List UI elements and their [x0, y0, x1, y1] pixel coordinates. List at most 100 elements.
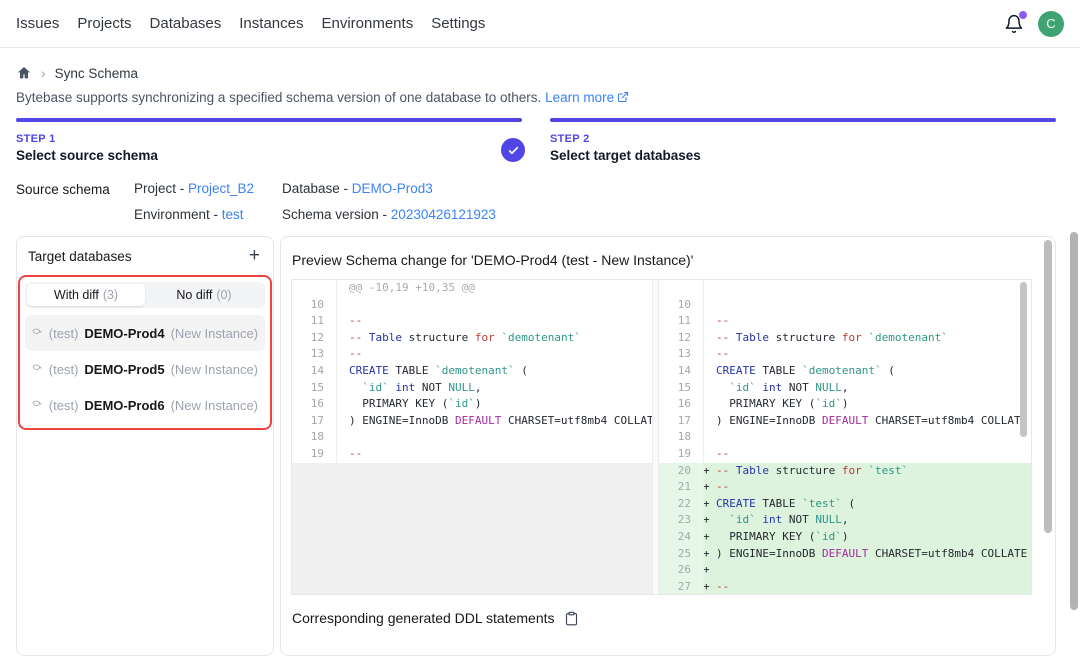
- schema-version-link[interactable]: 20230426121923: [391, 207, 496, 222]
- step-2-progress-bar: [550, 118, 1056, 122]
- diff-line: 20+-- Table structure for `test`: [659, 463, 1031, 480]
- db-item-demo-prod6[interactable]: (test) DEMO-Prod6 (New Instance): [25, 387, 265, 423]
- diff-pane-modified: 1011--12-- Table structure for `demotena…: [659, 280, 1031, 594]
- preview-title: Preview Schema change for 'DEMO-Prod4 (t…: [292, 252, 1045, 268]
- project-link[interactable]: Project_B2: [188, 181, 254, 196]
- db-env: (test): [49, 362, 79, 377]
- diff-line: 14CREATE TABLE `demotenant` (: [292, 363, 652, 380]
- diff-line: 25+) ENGINE=InnoDB DEFAULT CHARSET=utf8m…: [659, 546, 1031, 563]
- diff-line: 16 PRIMARY KEY (`id`): [292, 396, 652, 413]
- ddl-statements-title: Corresponding generated DDL statements: [292, 610, 555, 626]
- breadcrumb-page-title: Sync Schema: [55, 66, 138, 81]
- intro-text: Bytebase supports synchronizing a specif…: [16, 90, 1064, 106]
- content-scrollbar[interactable]: [1044, 240, 1052, 533]
- diff-line: 24+ PRIMARY KEY (`id`): [659, 529, 1031, 546]
- home-icon[interactable]: [16, 65, 32, 81]
- nav-item-environments[interactable]: Environments: [321, 15, 413, 32]
- tab-no-diff[interactable]: No diff (0): [145, 284, 263, 306]
- step-indicator: STEP 1 Select source schema STEP 2 Selec…: [16, 118, 1056, 163]
- diff-line: 10: [659, 297, 1031, 314]
- target-databases-title: Target databases: [28, 249, 132, 264]
- diff-pane-original: @@ -10,19 +10,35 @@1011--12-- Table stru…: [292, 280, 652, 594]
- external-link-icon: [617, 91, 629, 106]
- nav-item-issues[interactable]: Issues: [16, 15, 59, 32]
- db-name: DEMO-Prod5: [84, 362, 164, 377]
- tab-with-diff-count: (3): [103, 288, 118, 302]
- mysql-icon: [32, 361, 43, 377]
- breadcrumb: › Sync Schema: [16, 65, 1064, 81]
- nav-item-databases[interactable]: Databases: [150, 15, 222, 32]
- db-name: DEMO-Prod4: [84, 326, 164, 341]
- database-link[interactable]: DEMO-Prod3: [352, 181, 433, 196]
- source-environment: Environment - test: [134, 207, 282, 222]
- diff-line: 19--: [659, 446, 1031, 463]
- source-schema-summary: Source schema Project - Project_B2 Datab…: [16, 181, 1064, 222]
- learn-more-label: Learn more: [545, 90, 614, 105]
- diff-line: 13--: [292, 346, 652, 363]
- avatar[interactable]: C: [1038, 11, 1064, 37]
- notification-dot: [1019, 11, 1027, 19]
- source-schema-label: Source schema: [16, 181, 134, 222]
- diff-line: 15 `id` int NOT NULL,: [292, 380, 652, 397]
- clipboard-icon: [564, 611, 579, 626]
- breadcrumb-chevron-icon: ›: [41, 65, 46, 81]
- mysql-icon: [32, 397, 43, 413]
- environment-key: Environment -: [134, 207, 222, 222]
- nav-item-settings[interactable]: Settings: [431, 15, 485, 32]
- diff-line: 19--: [292, 446, 652, 463]
- nav-right: C: [1004, 11, 1064, 37]
- diff-filler-region: [292, 463, 652, 594]
- mysql-icon: [32, 325, 43, 341]
- intro-sentence: Bytebase supports synchronizing a specif…: [16, 90, 541, 105]
- db-env: (test): [49, 326, 79, 341]
- target-databases-panel: Target databases + With diff (3) No diff…: [16, 236, 274, 656]
- diff-line: 16 PRIMARY KEY (`id`): [659, 396, 1031, 413]
- db-name: DEMO-Prod6: [84, 398, 164, 413]
- nav-links: Issues Projects Databases Instances Envi…: [16, 15, 485, 32]
- diff-line: 22+CREATE TABLE `test` (: [659, 496, 1031, 513]
- db-suffix: (New Instance): [171, 326, 258, 341]
- database-key: Database -: [282, 181, 352, 196]
- step-2: STEP 2 Select target databases: [550, 118, 1056, 163]
- tab-with-diff-label: With diff: [54, 288, 99, 302]
- add-target-database-button[interactable]: +: [247, 247, 262, 265]
- step-1-label: STEP 1: [16, 133, 522, 145]
- page-scrollbar[interactable]: [1070, 232, 1078, 610]
- db-item-demo-prod5[interactable]: (test) DEMO-Prod5 (New Instance): [25, 351, 265, 387]
- project-key: Project -: [134, 181, 188, 196]
- diff-scrollbar-thumb[interactable]: [1020, 282, 1027, 437]
- diff-filter-tabs: With diff (3) No diff (0): [25, 282, 265, 308]
- step-2-label: STEP 2: [550, 133, 1056, 145]
- source-project: Project - Project_B2: [134, 181, 282, 196]
- diff-line: 17) ENGINE=InnoDB DEFAULT CHARSET=utf8mb…: [292, 413, 652, 430]
- diff-line: [659, 280, 1031, 297]
- diff-line: 10: [292, 297, 652, 314]
- learn-more-link[interactable]: Learn more: [545, 90, 629, 105]
- diff-line: 12-- Table structure for `demotenant`: [659, 330, 1031, 347]
- nav-item-instances[interactable]: Instances: [239, 15, 303, 32]
- diff-line: 14CREATE TABLE `demotenant` (: [659, 363, 1031, 380]
- db-item-demo-prod4[interactable]: (test) DEMO-Prod4 (New Instance): [25, 315, 265, 351]
- diff-line: 15 `id` int NOT NULL,: [659, 380, 1031, 397]
- notification-bell-icon[interactable]: [1004, 14, 1024, 34]
- step-1: STEP 1 Select source schema: [16, 118, 522, 163]
- nav-item-projects[interactable]: Projects: [77, 15, 131, 32]
- diff-sash[interactable]: [652, 280, 659, 594]
- tab-with-diff[interactable]: With diff (3): [27, 284, 145, 306]
- step-1-progress-bar: [16, 118, 522, 122]
- target-databases-highlight-box: With diff (3) No diff (0) (test) DEMO-Pr…: [18, 275, 272, 430]
- tab-no-diff-label: No diff: [176, 288, 212, 302]
- preview-panel: Preview Schema change for 'DEMO-Prod4 (t…: [280, 236, 1056, 656]
- source-schema-version: Schema version - 20230426121923: [282, 207, 496, 222]
- diff-line: @@ -10,19 +10,35 @@: [292, 280, 652, 297]
- diff-line: 18: [659, 429, 1031, 446]
- environment-link[interactable]: test: [222, 207, 244, 222]
- schema-diff-editor[interactable]: @@ -10,19 +10,35 @@1011--12-- Table stru…: [291, 279, 1032, 595]
- step-1-title: Select source schema: [16, 148, 522, 163]
- db-suffix: (New Instance): [171, 398, 258, 413]
- copy-ddl-button[interactable]: [564, 611, 579, 626]
- diff-line: 17) ENGINE=InnoDB DEFAULT CHARSET=utf8mb…: [659, 413, 1031, 430]
- source-database: Database - DEMO-Prod3: [282, 181, 496, 196]
- diff-line: 23+ `id` int NOT NULL,: [659, 512, 1031, 529]
- diff-line: 11--: [292, 313, 652, 330]
